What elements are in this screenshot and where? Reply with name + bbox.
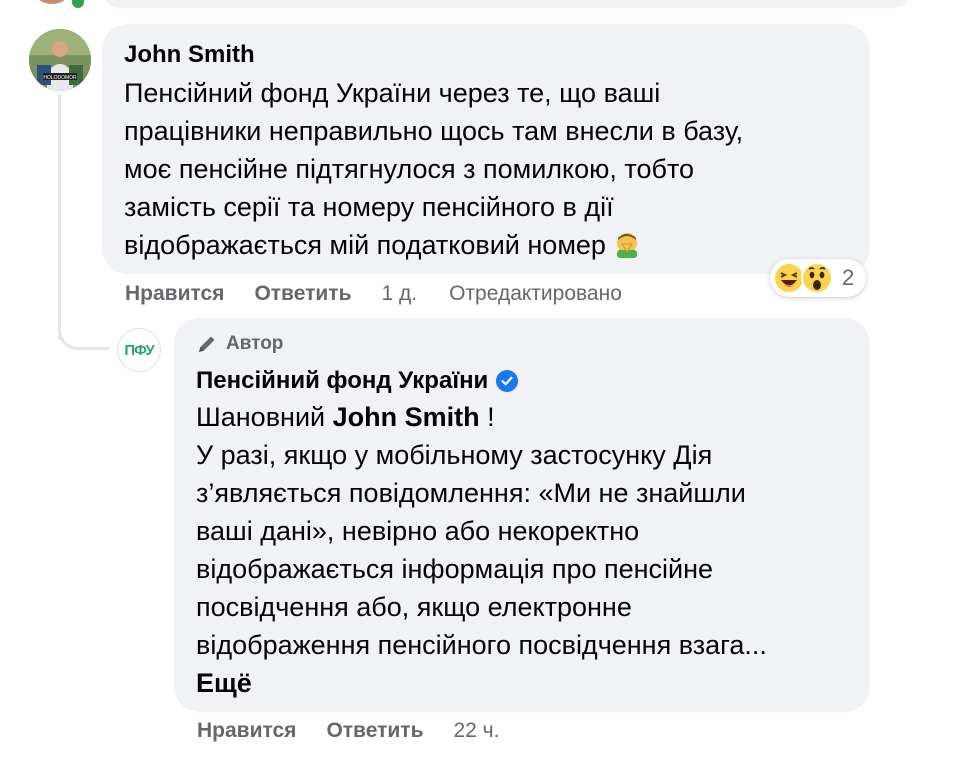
thread-connector-curve <box>58 322 110 350</box>
reply-line: посвідчення або, якщо електронне <box>196 592 632 622</box>
mentioned-user[interactable]: John Smith <box>333 402 480 432</box>
reply-line: з’являється повідомлення: «Ми не знайшли <box>196 478 746 508</box>
comment-bubble: John Smith Пенсійний фонд України через … <box>102 24 870 274</box>
previous-commenter-avatar[interactable] <box>30 0 74 4</box>
see-more-link[interactable]: Ещё <box>196 664 848 702</box>
comment-line-last: відображається мій податковий номер <box>124 226 848 264</box>
reply-actions: Нравится Ответить 22 ч. <box>197 717 531 745</box>
reply-author-name[interactable]: Пенсійний фонд України <box>196 366 488 396</box>
like-button[interactable]: Нравится <box>197 717 296 745</box>
reply-bubble: Автор Пенсійний фонд України Шановний Jo… <box>174 318 870 712</box>
comment-line: відображається мій податковий номер <box>124 230 606 260</box>
greeting-suffix: ! <box>479 402 495 432</box>
facepalm-emoji-icon <box>617 233 638 258</box>
reply-line: відображається інформація про пенсійне <box>196 554 714 584</box>
avatar[interactable]: HOLODOMOR <box>29 29 91 91</box>
reply-line: відображення пенсійного посвідчення взаг… <box>196 630 767 660</box>
comment-actions: Нравится Ответить 1 д. Отредактировано <box>125 280 654 308</box>
comment-timestamp[interactable]: 1 д. <box>381 280 417 308</box>
reply-timestamp[interactable]: 22 ч. <box>453 717 499 745</box>
comment-line: працівники неправильно щось там внесли в… <box>124 116 744 146</box>
page-avatar[interactable]: ПФУ <box>117 328 161 372</box>
reply-text: Шановний John Smith ! У разі, якщо у моб… <box>196 398 848 664</box>
reply-button[interactable]: Ответить <box>326 717 423 745</box>
like-button[interactable]: Нравится <box>125 280 224 308</box>
author-badge: Автор <box>196 332 848 356</box>
reply-line: ваші дані», невірно або некоректно <box>196 516 640 546</box>
reply-author-row: Пенсійний фонд України <box>196 366 848 396</box>
surprised-face-icon <box>801 262 833 294</box>
previous-comment-bubble <box>102 0 912 8</box>
comment-thread: HOLODOMOR John Smith Пенсійний фонд Укра… <box>0 0 960 768</box>
author-badge-label: Автор <box>226 333 284 354</box>
online-status-dot <box>70 0 86 10</box>
page-avatar-logo-text: ПФУ <box>124 341 154 359</box>
profile-photo: HOLODOMOR <box>29 29 91 91</box>
edited-label[interactable]: Отредактировано <box>449 280 622 308</box>
svg-text:HOLODOMOR: HOLODOMOR <box>43 75 77 81</box>
comment-author-name[interactable]: John Smith <box>124 40 848 70</box>
greeting-prefix: Шановний <box>196 402 333 432</box>
comment-line: замість серії та номеру пенсійного в дії <box>124 192 614 222</box>
reactions-summary[interactable]: 2 <box>770 259 867 297</box>
pen-icon <box>199 336 215 352</box>
checkmark-icon <box>501 376 513 386</box>
verified-badge-icon <box>496 370 519 392</box>
thread-connector-line <box>58 94 61 340</box>
reply-line: У разі, якщо у мобільному застосунку Дія <box>196 440 713 470</box>
reaction-count: 2 <box>842 265 855 290</box>
greeting-line: Шановний John Smith ! <box>196 398 848 436</box>
comment-line: моє пенсійне підтягнулося з помилкою, то… <box>124 154 695 184</box>
reply-button[interactable]: Ответить <box>254 280 351 308</box>
comment-line: Пенсійний фонд України через те, що ваші <box>124 78 661 108</box>
comment-text: Пенсійний фонд України через те, що ваші… <box>124 74 848 264</box>
